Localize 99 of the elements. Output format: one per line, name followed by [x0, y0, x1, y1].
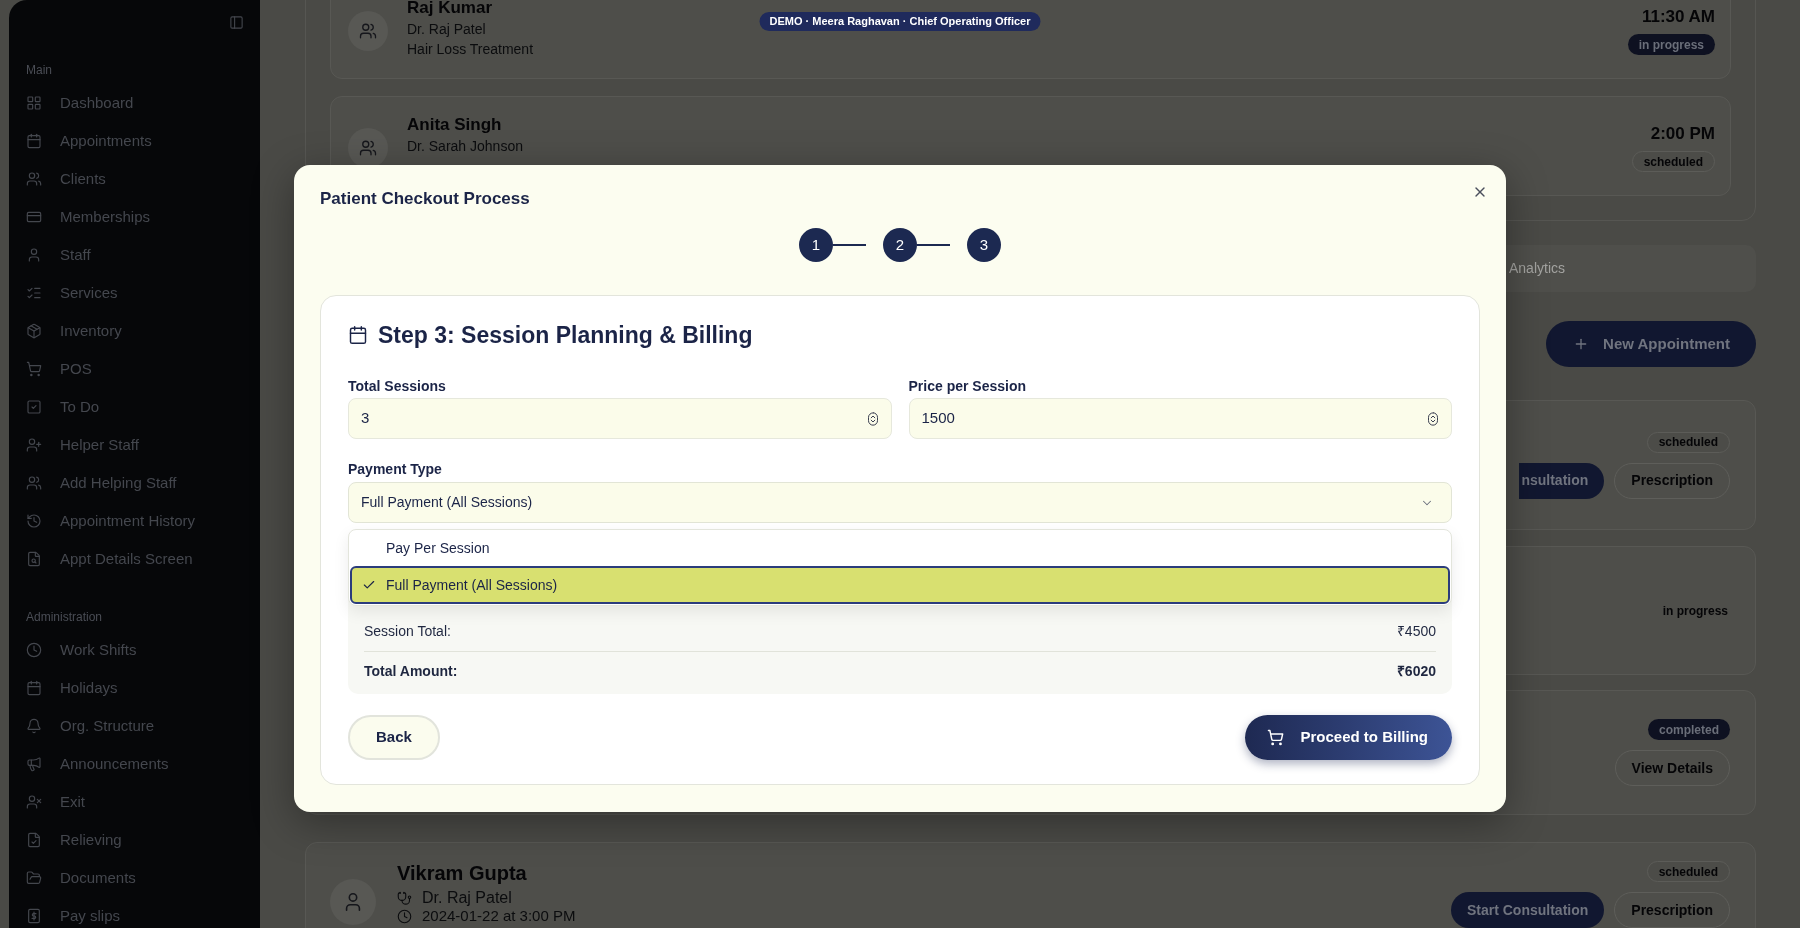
sidebar-item[interactable]: Memberships	[26, 207, 151, 227]
step-connector	[917, 244, 950, 246]
section-title: Step 3: Session Planning & Billing	[378, 321, 753, 350]
action-button[interactable]: Prescription	[1614, 892, 1730, 928]
dropdown-option[interactable]: Full Payment (All Sessions)	[350, 566, 1450, 604]
status-badge: scheduled	[1646, 431, 1730, 453]
dialog-title: Patient Checkout Process	[320, 188, 531, 210]
field-label: Total Sessions	[348, 377, 447, 396]
box-icon	[26, 323, 42, 339]
field-label: Price per Session	[908, 377, 1027, 396]
user-x-icon	[26, 794, 42, 810]
sidebar-item[interactable]: Org. Structure	[26, 716, 155, 736]
doctor-name: Dr. Raj Patel	[407, 20, 487, 39]
sidebar-item[interactable]: Add Helping Staff	[26, 473, 177, 493]
avatar-user-icon	[330, 879, 376, 925]
sidebar-item[interactable]: Inventory	[26, 321, 122, 341]
history-icon	[26, 513, 42, 529]
step-indicator: 2	[883, 228, 917, 262]
step-indicator: 3	[967, 228, 1001, 262]
sidebar-item[interactable]: Appt Details Screen	[26, 549, 193, 569]
appointment-datetime: 2024-01-22 at 3:00 PM	[422, 907, 576, 925]
users-icon	[26, 475, 42, 491]
service-name: Hair Loss Treatment	[407, 40, 534, 59]
calendar-icon	[348, 325, 368, 345]
grid-icon	[26, 95, 42, 111]
summary-value: ₹6020	[1396, 662, 1436, 681]
sidebar-item[interactable]: Work Shifts	[26, 640, 137, 660]
patient-name: Raj Kumar	[407, 0, 494, 19]
demo-banner: DEMO · Meera Raghavan · Chief Operating Officer	[759, 12, 1041, 31]
clock-icon	[26, 642, 42, 658]
doctor-name: Dr. Sarah Johnson	[407, 137, 523, 156]
doctor-name: Dr. Raj Patel	[422, 889, 512, 907]
summary-value: ₹4500	[1396, 622, 1436, 641]
calendar-icon	[26, 680, 42, 696]
patient-name: Anita Singh	[407, 114, 503, 136]
file-search-icon	[26, 551, 42, 567]
calendar-icon	[26, 133, 42, 149]
checkbox-icon	[26, 399, 42, 415]
status-badge: completed	[1648, 719, 1730, 740]
sidebar-toggle-icon[interactable]	[229, 15, 244, 30]
sidebar-item[interactable]: Pay slips	[26, 906, 121, 926]
spinner-icon[interactable]	[867, 411, 878, 426]
sidebar-item[interactable]: Announcements	[26, 754, 169, 774]
appointment-time: 11:30 AM	[1641, 6, 1715, 28]
folder-icon	[26, 870, 42, 886]
action-button[interactable]: Prescription	[1614, 462, 1730, 499]
new-appointment-button[interactable]: New Appointment	[1546, 321, 1756, 367]
tab[interactable]: Analytics	[1506, 250, 1751, 287]
status-badge: scheduled	[1646, 861, 1730, 882]
users-icon	[26, 171, 42, 187]
back-button[interactable]: Back	[348, 715, 440, 760]
action-button[interactable]: Start Consultation	[1450, 892, 1605, 928]
avatar-users-icon	[348, 11, 388, 51]
user-plus-icon	[26, 437, 42, 453]
summary-label: Session Total:	[364, 622, 451, 641]
sidebar-item[interactable]: Exit	[26, 792, 85, 812]
action-button[interactable]: nsultation	[1519, 462, 1605, 499]
sidebar-item[interactable]: Helper Staff	[26, 435, 139, 455]
sidebar-item[interactable]: Appointments	[26, 131, 152, 151]
summary-label: Total Amount:	[364, 662, 458, 681]
number-input[interactable]: 3	[348, 398, 892, 439]
avatar-users-icon	[348, 128, 388, 168]
number-input[interactable]: 1500	[908, 398, 1452, 439]
payment-type-select[interactable]: Full Payment (All Sessions)	[348, 482, 1452, 523]
proceed-button[interactable]: Proceed to Billing	[1245, 715, 1452, 760]
sidebar-item[interactable]: To Do	[26, 397, 100, 417]
credit-card-icon	[26, 209, 42, 225]
sidebar-section-title: Main	[25, 62, 53, 78]
sidebar-item[interactable]: Services	[26, 283, 118, 303]
sidebar-item[interactable]: POS	[26, 359, 92, 379]
dollar-document-icon	[26, 908, 42, 924]
sidebar-item[interactable]: Relieving	[26, 830, 122, 850]
file-check-icon	[26, 832, 42, 848]
patient-name: Vikram Gupta	[397, 861, 528, 885]
cart-icon	[1267, 729, 1285, 746]
status-text: in progress	[1661, 602, 1729, 620]
clock-icon	[397, 908, 412, 924]
sidebar-item[interactable]: Staff	[26, 245, 91, 265]
step-connector	[833, 244, 866, 246]
field-label: Payment Type	[348, 460, 443, 479]
appointment-time: 2:00 PM	[1650, 123, 1715, 145]
sidebar-item[interactable]: Clients	[26, 169, 106, 189]
sidebar-section-title: Administration	[25, 609, 104, 625]
spinner-icon[interactable]	[1428, 411, 1438, 426]
sidebar-item[interactable]: Documents	[26, 868, 136, 888]
megaphone-icon	[26, 756, 42, 772]
action-button[interactable]: View Details	[1614, 750, 1730, 786]
bell-icon	[26, 718, 42, 734]
cart-icon	[26, 361, 42, 377]
sidebar-item[interactable]: Dashboard	[26, 93, 134, 113]
step-indicator: 1	[799, 228, 833, 262]
checklist-icon	[26, 285, 42, 301]
status-badge: in progress	[1627, 34, 1715, 55]
status-badge: scheduled	[1631, 151, 1715, 172]
stethoscope-icon	[397, 890, 412, 906]
check-icon	[362, 578, 376, 592]
sidebar-item[interactable]: Appointment History	[26, 511, 196, 531]
user-icon	[26, 247, 42, 263]
sidebar-item[interactable]: Holidays	[26, 678, 118, 698]
